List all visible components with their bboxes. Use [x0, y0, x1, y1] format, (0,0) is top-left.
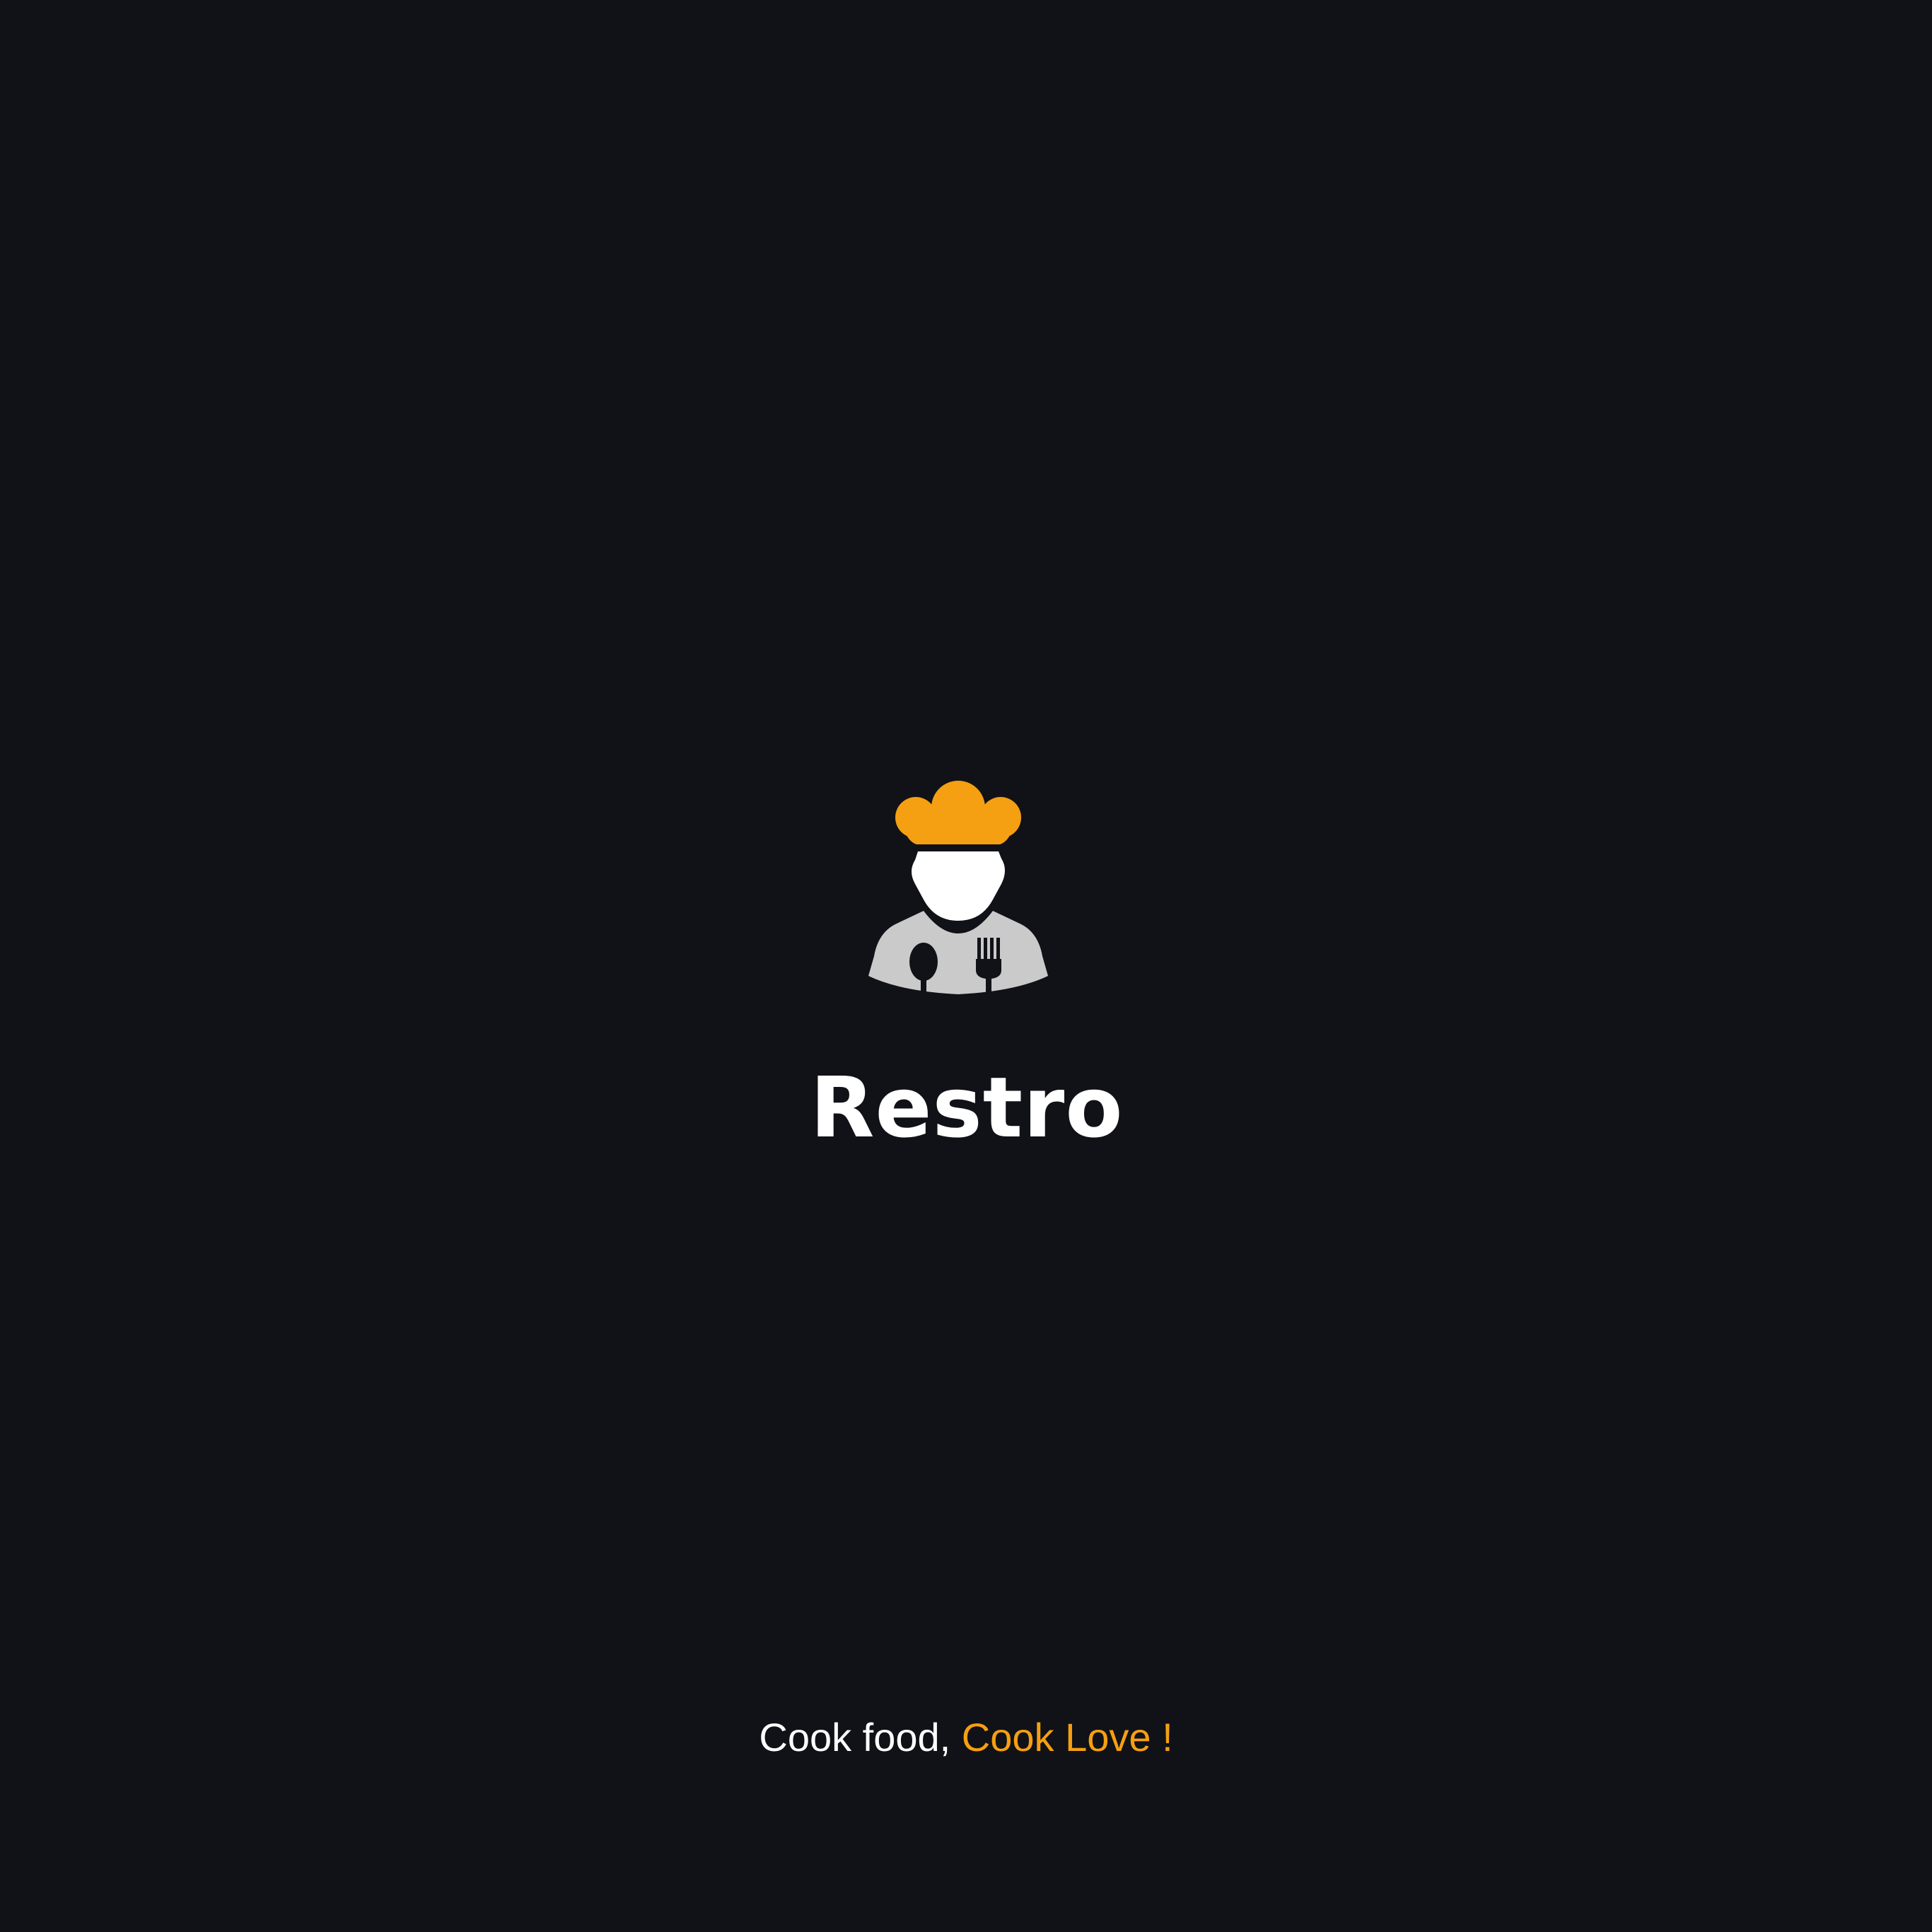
chef-logo-icon — [863, 771, 1054, 1004]
splash-screen: Restro Cook food, Cook Love ! — [0, 0, 1932, 1932]
tagline-part-2-accent: Cook Love ! — [961, 1715, 1173, 1759]
tagline: Cook food, Cook Love ! — [0, 1713, 1932, 1762]
app-name-title: Restro — [810, 1059, 1124, 1156]
tagline-part-1: Cook food, — [759, 1715, 962, 1759]
